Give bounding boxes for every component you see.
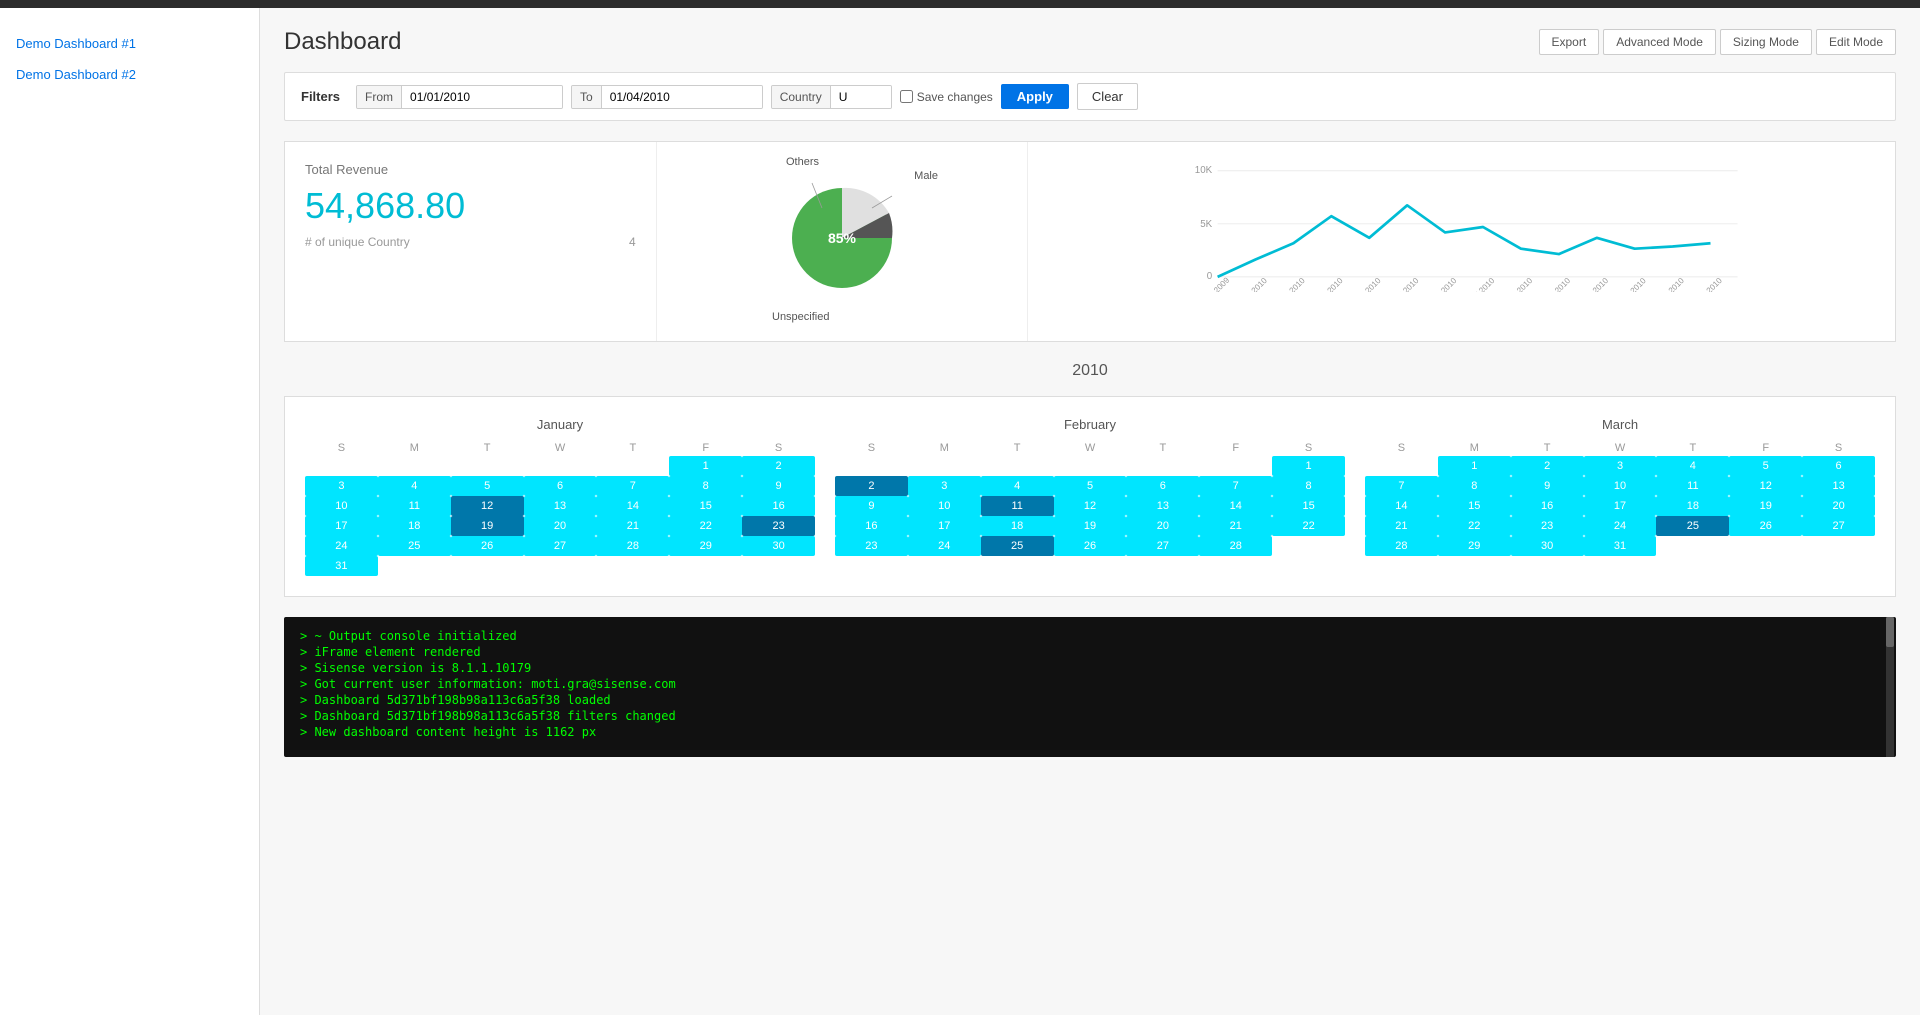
export-button[interactable]: Export (1539, 29, 1600, 55)
svg-text:07 2010: 07 2010 (1470, 276, 1497, 292)
svg-text:08 2010: 08 2010 (1507, 276, 1534, 292)
february-title: February (835, 417, 1345, 432)
to-input[interactable] (602, 86, 762, 108)
calendars-row: January S M T W T F S 1 (284, 396, 1896, 597)
from-label: From (357, 86, 402, 108)
scrollbar-thumb[interactable] (1886, 617, 1894, 647)
console-line: > Got current user information: moti.gra… (300, 677, 1880, 691)
save-changes-checkbox[interactable] (900, 90, 913, 103)
svg-text:03 2010: 03 2010 (1318, 276, 1345, 292)
country-filter-group: Country (771, 85, 892, 109)
header-row: Dashboard Export Advanced Mode Sizing Mo… (284, 28, 1896, 56)
svg-text:02 2010: 02 2010 (1280, 276, 1307, 292)
filters-row: Filters From To Country Save changes App… (284, 72, 1896, 121)
svg-text:09 2010: 09 2010 (1545, 276, 1572, 292)
february-grid: S M T W T F S 1 2 (835, 440, 1345, 564)
sidebar-item-demo2[interactable]: Demo Dashboard #2 (0, 59, 259, 90)
svg-text:04 2010: 04 2010 (1356, 276, 1383, 292)
kpi-sub-label: # of unique Country (305, 235, 410, 249)
svg-text:11 2010: 11 2010 (1621, 276, 1648, 292)
march-title: March (1365, 417, 1875, 432)
console-line: > Dashboard 5d371bf198b98a113c6a5f38 loa… (300, 693, 1880, 707)
svg-text:10K: 10K (1195, 165, 1213, 176)
svg-text:06 2010: 06 2010 (1432, 276, 1459, 292)
apply-button[interactable]: Apply (1001, 84, 1069, 109)
sizing-mode-button[interactable]: Sizing Mode (1720, 29, 1812, 55)
header-buttons: Export Advanced Mode Sizing Mode Edit Mo… (1539, 29, 1897, 55)
pie-label-unspecified: Unspecified (772, 311, 829, 323)
kpi-sub-value: 4 (629, 235, 636, 249)
svg-text:0: 0 (1207, 271, 1213, 282)
svg-text:5K: 5K (1201, 219, 1213, 230)
svg-text:85%: 85% (828, 230, 857, 246)
console-line: > iFrame element rendered (300, 645, 1880, 659)
main-content: Dashboard Export Advanced Mode Sizing Mo… (260, 8, 1920, 1015)
march-grid: S M T W T F S 1 2 3 4 5 6 (1365, 440, 1875, 564)
year-header: 2010 (284, 362, 1896, 380)
sidebar: Demo Dashboard #1 Demo Dashboard #2 (0, 8, 260, 1015)
february-calendar: February S M T W T F S (835, 417, 1345, 576)
country-input[interactable] (831, 86, 891, 108)
sidebar-item-demo1[interactable]: Demo Dashboard #1 (0, 28, 259, 59)
january-title: January (305, 417, 815, 432)
country-label: Country (772, 86, 831, 108)
topbar (0, 0, 1920, 8)
console-line: > Sisense version is 8.1.1.10179 (300, 661, 1880, 675)
from-input[interactable] (402, 86, 562, 108)
svg-text:13 2010: 13 2010 (1697, 276, 1724, 292)
widgets-row: Total Revenue 54,868.80 # of unique Coun… (284, 141, 1896, 342)
console-line: > New dashboard content height is 1162 p… (300, 725, 1880, 739)
save-changes-label: Save changes (917, 90, 993, 104)
to-filter-group: To (571, 85, 763, 109)
console-line: > ~ Output console initialized (300, 629, 1880, 643)
january-calendar: January S M T W T F S 1 (305, 417, 815, 576)
kpi-widget: Total Revenue 54,868.80 # of unique Coun… (285, 142, 657, 341)
pie-widget: Others 85% Ma (657, 142, 1029, 341)
kpi-title: Total Revenue (305, 162, 636, 177)
svg-text:01 2010: 01 2010 (1242, 276, 1269, 292)
march-calendar: March S M T W T F S 1 2 3 4 5 (1365, 417, 1875, 576)
to-label: To (572, 86, 602, 108)
line-chart-svg: 10K 5K 0 S3 2009 01 2010 02 2010 03 2010… (1048, 162, 1875, 292)
kpi-value: 54,868.80 (305, 185, 636, 227)
clear-button[interactable]: Clear (1077, 83, 1138, 110)
console-scrollbar[interactable] (1886, 617, 1894, 757)
from-filter-group: From (356, 85, 563, 109)
pie-chart-svg: 85% (782, 178, 902, 298)
svg-text:12 2010: 12 2010 (1659, 276, 1686, 292)
svg-text:05 2010: 05 2010 (1394, 276, 1421, 292)
kpi-sub: # of unique Country 4 (305, 235, 636, 249)
pie-label-others: Others (786, 156, 819, 168)
january-grid: S M T W T F S 1 2 3 (305, 440, 815, 576)
advanced-mode-button[interactable]: Advanced Mode (1603, 29, 1716, 55)
page-title: Dashboard (284, 28, 401, 56)
edit-mode-button[interactable]: Edit Mode (1816, 29, 1896, 55)
console-line: > Dashboard 5d371bf198b98a113c6a5f38 fil… (300, 709, 1880, 723)
filters-label: Filters (301, 89, 340, 104)
svg-text:10 2010: 10 2010 (1583, 276, 1610, 292)
line-chart-widget: 10K 5K 0 S3 2009 01 2010 02 2010 03 2010… (1028, 142, 1895, 341)
save-changes-group: Save changes (900, 90, 993, 104)
console-area: > ~ Output console initialized > iFrame e… (284, 617, 1896, 757)
pie-label-male: Male (914, 170, 938, 182)
